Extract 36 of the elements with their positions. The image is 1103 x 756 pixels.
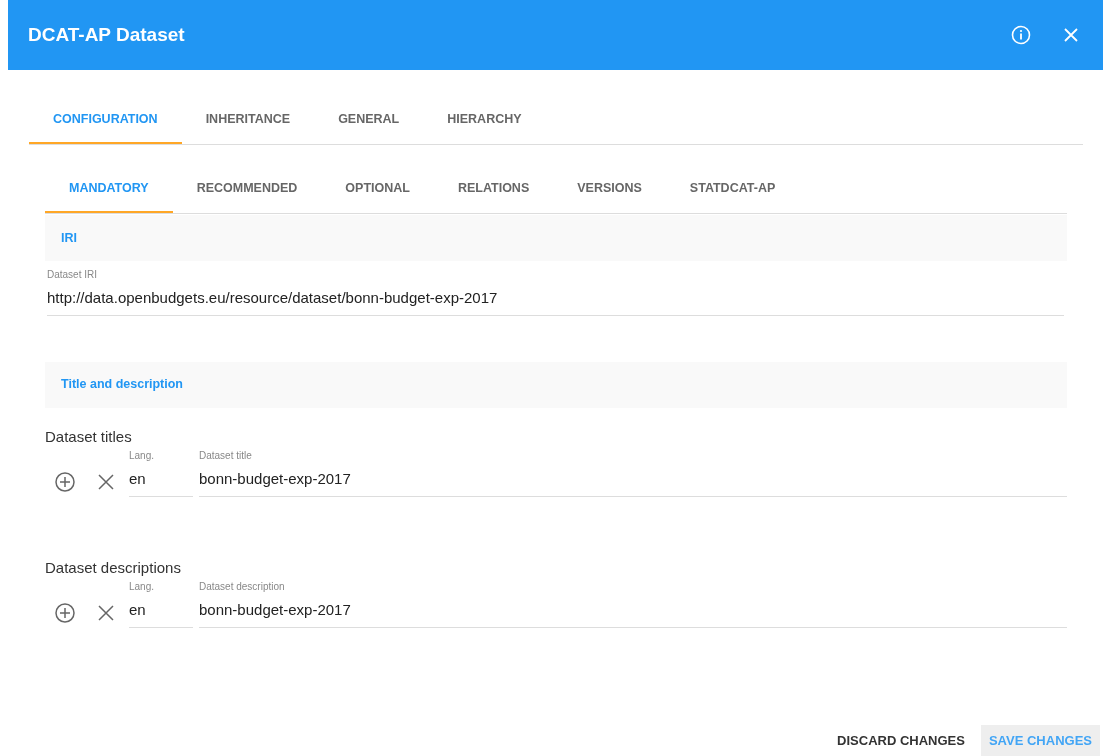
add-button[interactable] xyxy=(54,601,76,624)
text-field[interactable]: bonn-budget-exp-2017 xyxy=(199,466,1067,497)
group-title: Dataset descriptions xyxy=(45,557,182,578)
dialog-title: DCAT-AP Dataset xyxy=(28,22,185,47)
add-icon xyxy=(54,470,76,493)
language-field[interactable]: en xyxy=(129,597,193,628)
tab[interactable]: CONFIGURATION xyxy=(29,96,182,144)
tab[interactable]: OPTIONAL xyxy=(321,165,434,213)
section-header: Title and description xyxy=(45,361,1067,408)
remove-button[interactable] xyxy=(98,604,114,621)
field-label: Dataset title xyxy=(199,449,253,463)
tab[interactable]: GENERAL xyxy=(314,96,424,144)
section-header: IRI xyxy=(45,215,1067,261)
add-icon xyxy=(54,601,76,624)
tab[interactable]: HIERARCHY xyxy=(423,96,546,144)
info-icon xyxy=(1011,25,1031,45)
group-title: Dataset titles xyxy=(45,426,133,447)
language-field[interactable]: en xyxy=(129,466,193,497)
tab[interactable]: INHERITANCE xyxy=(181,96,315,144)
add-button[interactable] xyxy=(54,470,76,493)
tab[interactable]: RELATIONS xyxy=(433,165,554,213)
field-label: Lang. xyxy=(129,580,156,594)
tab[interactable]: STATDCAT-AP xyxy=(665,165,800,213)
field-label: Lang. xyxy=(129,449,156,463)
remove-icon xyxy=(98,604,114,621)
field-label: Dataset description xyxy=(199,580,286,594)
text-field[interactable]: bonn-budget-exp-2017 xyxy=(199,597,1067,628)
remove-button[interactable] xyxy=(98,473,114,490)
text-field[interactable]: http://data.openbudgets.eu/resource/dataset/bonn-budget-exp-2017 xyxy=(47,285,1064,316)
discard-button[interactable]: DISCARD CHANGES xyxy=(829,724,973,756)
remove-icon xyxy=(98,473,114,490)
tab[interactable]: RECOMMENDED xyxy=(172,165,322,213)
tab[interactable]: VERSIONS xyxy=(553,165,666,213)
close-icon xyxy=(1063,27,1079,43)
tab[interactable]: MANDATORY xyxy=(45,165,173,213)
field-label: Dataset IRI xyxy=(47,268,99,282)
